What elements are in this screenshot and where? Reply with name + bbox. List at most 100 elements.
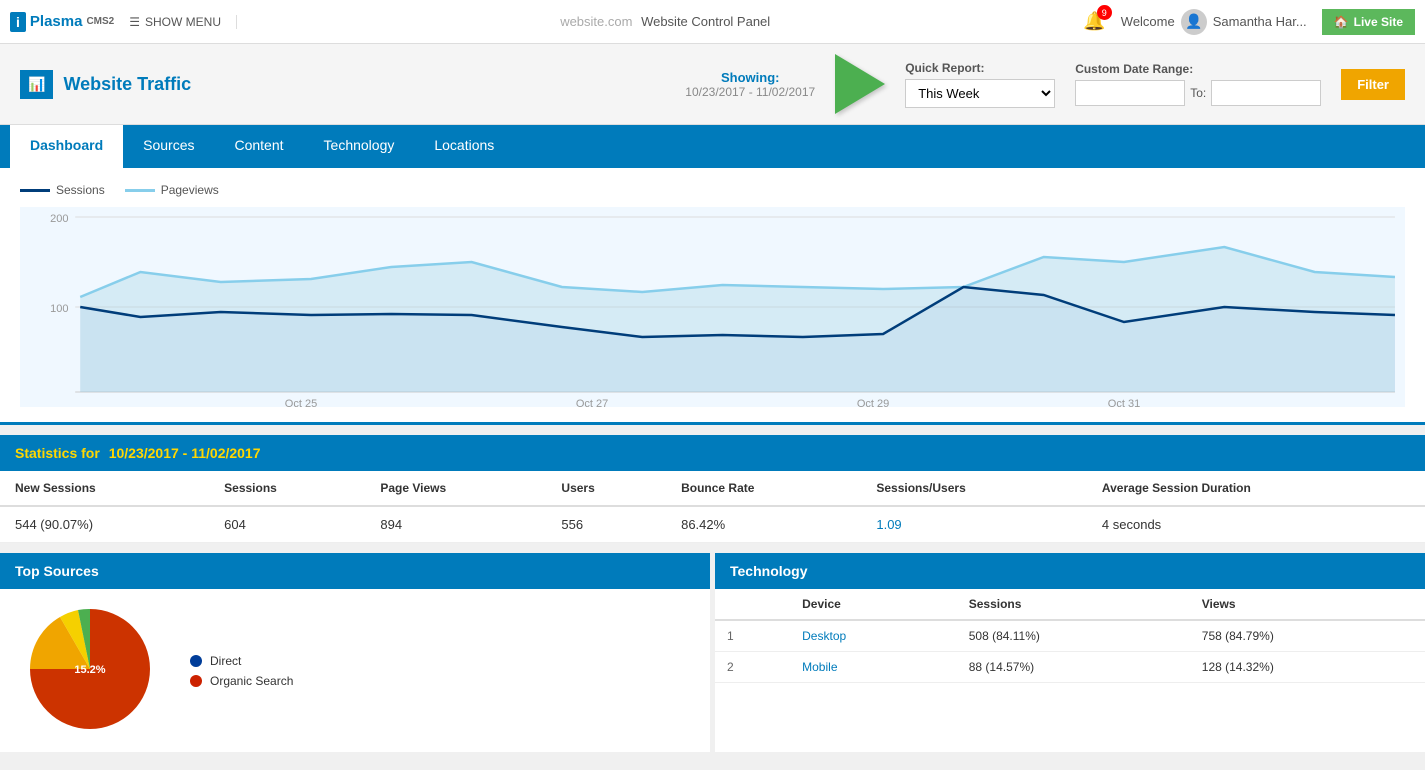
showing-label: Showing: xyxy=(685,70,815,85)
tech-row-desktop: 1 Desktop 508 (84.11%) 758 (84.79%) xyxy=(715,620,1425,652)
device-mobile: Mobile xyxy=(790,652,957,683)
tech-header-row: Device Sessions Views xyxy=(715,589,1425,620)
svg-text:15.2%: 15.2% xyxy=(74,664,105,676)
direct-label: Direct xyxy=(210,654,241,668)
svg-text:Oct 29: Oct 29 xyxy=(857,398,889,407)
tab-content[interactable]: Content xyxy=(214,125,303,168)
tab-technology[interactable]: Technology xyxy=(304,125,415,168)
page-title: Website Traffic xyxy=(63,74,191,95)
organic-dot xyxy=(190,675,202,687)
technology-table: Device Sessions Views 1 Desktop 508 (84.… xyxy=(715,589,1425,683)
welcome-text: Welcome xyxy=(1121,14,1175,29)
views-desktop: 758 (84.79%) xyxy=(1190,620,1425,652)
date-from-input[interactable] xyxy=(1075,80,1185,106)
statistics-section: Statistics for 10/23/2017 - 11/02/2017 N… xyxy=(0,435,1425,543)
notification-badge: 9 xyxy=(1097,5,1112,20)
custom-date-area: Custom Date Range: To: xyxy=(1075,62,1321,106)
sessions-label: Sessions xyxy=(56,183,105,197)
header-section: 📊 Website Traffic Showing: 10/23/2017 - … xyxy=(0,44,1425,125)
col-users: Users xyxy=(546,471,666,506)
col-sessions-users: Sessions/Users xyxy=(861,471,1087,506)
val-page-views: 894 xyxy=(365,506,546,543)
notification-bell[interactable]: 🔔 9 xyxy=(1083,11,1105,32)
col-page-views: Page Views xyxy=(365,471,546,506)
live-site-label: Live Site xyxy=(1354,15,1403,29)
showing-date: 10/23/2017 - 11/02/2017 xyxy=(685,85,815,99)
arrow-wrapper xyxy=(835,54,885,114)
stats-header-row: New Sessions Sessions Page Views Users B… xyxy=(0,471,1425,506)
tab-dashboard[interactable]: Dashboard xyxy=(10,125,123,168)
col-sessions: Sessions xyxy=(209,471,365,506)
technology-panel: Technology Device Sessions Views 1 Deskt… xyxy=(715,553,1425,752)
quick-report-label: Quick Report: xyxy=(905,61,1055,75)
tab-sources[interactable]: Sources xyxy=(123,125,214,168)
col-avg-session: Average Session Duration xyxy=(1087,471,1425,506)
statistics-date: 10/23/2017 - 11/02/2017 xyxy=(109,445,261,461)
tab-locations[interactable]: Locations xyxy=(414,125,514,168)
val-users: 556 xyxy=(546,506,666,543)
val-sessions-users: 1.09 xyxy=(861,506,1087,543)
val-bounce-rate: 86.42% xyxy=(666,506,861,543)
bottom-panels: Top Sources 15.2% xyxy=(0,553,1425,752)
custom-date-label: Custom Date Range: xyxy=(1075,62,1321,76)
pageviews-line-icon xyxy=(125,189,155,192)
top-bar: i Plasma CMS2 ☰ SHOW MENU website.com We… xyxy=(0,0,1425,44)
traffic-icon: 📊 xyxy=(20,70,53,99)
chart-area: Sessions Pageviews 200 100 xyxy=(0,168,1425,425)
green-arrow-icon xyxy=(835,54,885,114)
stats-data-row: 544 (90.07%) 604 894 556 86.42% 1.09 4 s… xyxy=(0,506,1425,543)
quick-report-area: Quick Report: This Week Today Yesterday … xyxy=(905,61,1055,108)
legend-pageviews: Pageviews xyxy=(125,183,219,197)
top-sources-header: Top Sources xyxy=(0,553,710,589)
live-site-button[interactable]: 🏠 Live Site xyxy=(1322,9,1415,35)
page-title-area: 📊 Website Traffic xyxy=(20,70,665,99)
chart-legend: Sessions Pageviews xyxy=(20,183,1405,197)
legend-sessions: Sessions xyxy=(20,183,105,197)
sessions-line-icon xyxy=(20,189,50,192)
statistics-header: Statistics for 10/23/2017 - 11/02/2017 xyxy=(0,435,1425,471)
direct-dot xyxy=(190,655,202,667)
col-device: Device xyxy=(790,589,957,620)
username-text: Samantha Har... xyxy=(1213,14,1307,29)
logo-cms-text: CMS2 xyxy=(86,16,114,27)
logo-i-icon: i xyxy=(10,12,26,32)
col-views: Views xyxy=(1190,589,1425,620)
pie-legend: Direct Organic Search xyxy=(190,654,293,688)
filter-button[interactable]: Filter xyxy=(1341,69,1405,100)
menu-lines-icon: ☰ xyxy=(129,15,140,29)
logo-plasma-text: Plasma xyxy=(30,13,83,30)
quick-report-select[interactable]: This Week Today Yesterday Last Week This… xyxy=(905,79,1055,108)
logo-area: i Plasma CMS2 xyxy=(10,12,114,32)
site-url: website.com xyxy=(560,14,632,29)
legend-organic: Organic Search xyxy=(190,674,293,688)
row-num-2: 2 xyxy=(715,652,790,683)
date-to-input[interactable] xyxy=(1211,80,1321,106)
svg-text:Oct 31: Oct 31 xyxy=(1108,398,1140,407)
show-menu-button[interactable]: ☰ SHOW MENU xyxy=(129,15,237,29)
col-sessions: Sessions xyxy=(957,589,1190,620)
val-avg-session: 4 seconds xyxy=(1087,506,1425,543)
svg-text:Oct 27: Oct 27 xyxy=(576,398,608,407)
user-avatar: 👤 xyxy=(1181,9,1207,35)
pie-area: 15.2% Direct Organic Search xyxy=(0,589,710,752)
tech-row-mobile: 2 Mobile 88 (14.57%) 128 (14.32%) xyxy=(715,652,1425,683)
custom-date-inputs: To: xyxy=(1075,80,1321,106)
show-menu-label: SHOW MENU xyxy=(145,15,221,29)
control-panel-title: Website Control Panel xyxy=(641,14,770,29)
svg-text:100: 100 xyxy=(50,303,68,315)
col-new-sessions: New Sessions xyxy=(0,471,209,506)
nav-tabs: Dashboard Sources Content Technology Loc… xyxy=(0,125,1425,168)
chart-container: 200 100 Oct 25 Oct 27 Oct 29 Oct 31 xyxy=(20,207,1405,407)
row-num-1: 1 xyxy=(715,620,790,652)
col-bounce-rate: Bounce Rate xyxy=(666,471,861,506)
top-sources-panel: Top Sources 15.2% xyxy=(0,553,710,752)
home-icon: 🏠 xyxy=(1334,15,1349,29)
sessions-desktop: 508 (84.11%) xyxy=(957,620,1190,652)
organic-label: Organic Search xyxy=(210,674,293,688)
statistics-table: New Sessions Sessions Page Views Users B… xyxy=(0,471,1425,543)
legend-direct: Direct xyxy=(190,654,293,668)
top-bar-right: 🔔 9 Welcome 👤 Samantha Har... 🏠 Live Sit… xyxy=(1083,9,1415,35)
welcome-area: Welcome 👤 Samantha Har... xyxy=(1121,9,1307,35)
site-title: website.com Website Control Panel xyxy=(247,14,1083,29)
technology-header: Technology xyxy=(715,553,1425,589)
